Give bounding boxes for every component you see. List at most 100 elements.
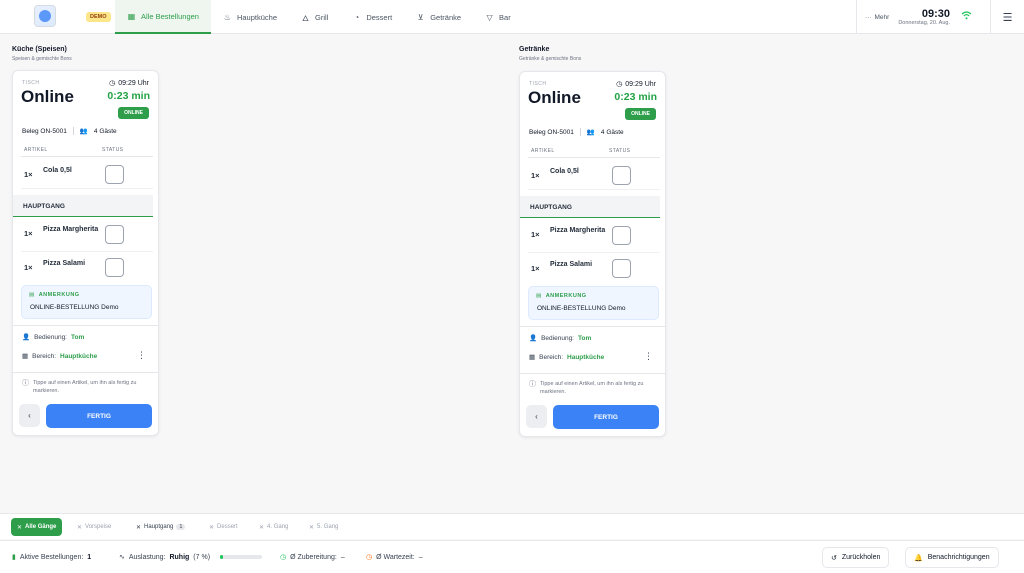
tab-label: Dessert <box>366 12 393 22</box>
item-status-checkbox[interactable] <box>612 166 631 185</box>
course-filter-vorspeise[interactable]: ✕ Vorspeise <box>71 518 117 536</box>
avg-wait-time: ◷ Ø Wartezeit: – <box>366 553 423 562</box>
hint-text: ⓘ Tippe auf einen Artikel, um ihn als fer… <box>520 373 665 399</box>
hint-message: Tippe auf einen Artikel, um ihn als fert… <box>33 380 137 394</box>
tab-getraenke[interactable]: ⊻ Getränke <box>404 0 473 34</box>
order-item[interactable]: 1× Pizza Margherita <box>528 219 660 253</box>
tab-label: Alle Bestellungen <box>141 11 199 21</box>
note-label: ▤ ANMERKUNG <box>536 293 587 299</box>
course-filter-alle[interactable]: ✕ Alle Gänge <box>11 518 63 536</box>
note-label: ▤ ANMERKUNG <box>29 292 80 298</box>
service-info: 👤 Bedienung: Tom <box>529 334 591 343</box>
done-button[interactable]: FERTIG <box>553 405 659 429</box>
elapsed-timer: 0:23 min <box>107 90 150 102</box>
load-percent: (7 %) <box>193 553 211 561</box>
course-label: Vorspeise <box>85 524 112 530</box>
column-subtitle: Getränke & gemischte Bons <box>519 56 582 62</box>
prep-value: – <box>340 553 345 561</box>
load-bar <box>220 555 263 559</box>
course-filter-5-gang[interactable]: ✕ 5. Gang <box>303 518 344 536</box>
load-label: Auslastung: <box>128 553 166 561</box>
guests-icon: 👥 <box>79 128 88 135</box>
item-status-checkbox[interactable] <box>105 225 124 244</box>
tab-alle-bestellungen[interactable]: ▦ Alle Bestellungen <box>115 0 211 34</box>
area-name: Hauptküche <box>567 353 605 361</box>
cutlery-icon: ✕ <box>17 524 23 531</box>
item-qty: 1× <box>531 171 540 180</box>
grid-icon: ▦ <box>22 353 29 360</box>
back-button[interactable]: ‹ <box>526 405 547 428</box>
table-label: TISCH <box>529 81 547 87</box>
order-item[interactable]: 1× Pizza Margherita <box>21 218 153 252</box>
menu-icon: ☰ <box>1002 11 1013 24</box>
logo-mark <box>39 10 51 22</box>
course-label: Alle Gänge <box>25 524 57 530</box>
active-orders: ▮ Aktive Bestellungen: 1 <box>12 553 91 562</box>
course-header: HAUPTGANG <box>13 195 153 217</box>
item-name: Pizza Salami <box>43 260 86 267</box>
service-label: Bedienung: <box>541 334 574 342</box>
user-icon: 👤 <box>22 334 31 341</box>
back-button[interactable]: ‹ <box>19 404 40 427</box>
info-icon: ⓘ <box>22 380 29 387</box>
item-status-checkbox[interactable] <box>105 165 124 184</box>
order-item[interactable]: 1× Cola 0,5l <box>21 159 153 189</box>
order-item[interactable]: 1× Cola 0,5l <box>528 160 660 190</box>
notifications-button[interactable]: 🔔 Benachrichtigungen <box>905 547 999 568</box>
wait-value: – <box>418 553 423 561</box>
col-status: STATUS <box>609 148 631 154</box>
order-item[interactable]: 1× Pizza Salami <box>21 252 153 283</box>
document-icon: ▤ <box>536 293 542 299</box>
note-text: ONLINE-BESTELLUNG Demo <box>537 305 626 312</box>
note-label-text: ANMERKUNG <box>38 292 80 298</box>
app-logo[interactable] <box>34 5 56 27</box>
tab-dessert[interactable]: ◔ Dessert <box>340 0 404 34</box>
order-item[interactable]: 1× Pizza Salami <box>528 253 660 284</box>
course-filter-dessert[interactable]: ✕ Dessert <box>203 518 244 536</box>
course-filter-4-gang[interactable]: ✕ 4. Gang <box>253 518 294 536</box>
service-label: Bedienung: <box>34 333 67 341</box>
service-name: Tom <box>70 333 85 341</box>
bar-chart-icon: ▮ <box>12 554 16 561</box>
cutlery-icon: ✕ <box>77 524 83 531</box>
area-label: Bereich: <box>539 353 564 361</box>
clock-date: Donnerstag, 20. Aug. <box>898 19 950 26</box>
more-options-button[interactable]: ⋮ <box>644 351 653 362</box>
user-icon: 👤 <box>529 335 538 342</box>
item-name: Pizza Margherita <box>43 226 99 233</box>
undo-label: Zurückholen <box>841 554 881 561</box>
item-status-checkbox[interactable] <box>612 226 631 245</box>
cutlery-icon: ✕ <box>259 524 265 531</box>
order-meta: Beleg ON-5001 👥 4 Gäste <box>529 128 624 136</box>
column-header-getraenke: Getränke Getränke & gemischte Bons <box>519 46 581 62</box>
guest-count: 4 Gäste <box>600 128 624 136</box>
cutlery-icon: ✕ <box>309 524 315 531</box>
divider <box>579 128 581 136</box>
document-icon: ▤ <box>29 292 35 298</box>
tab-hauptkueche[interactable]: ♨ Hauptküche <box>211 0 289 34</box>
demo-badge: DEMO <box>86 12 111 22</box>
tab-grill[interactable]: 🜂 Grill <box>289 0 340 34</box>
clock-icon: ◷ <box>109 80 116 87</box>
course-label: Dessert <box>217 524 238 530</box>
item-status-checkbox[interactable] <box>612 259 631 278</box>
item-status-checkbox[interactable] <box>105 258 124 277</box>
done-button[interactable]: FERTIG <box>46 404 152 428</box>
hamburger-menu-button[interactable]: ☰ <box>990 0 1024 34</box>
card-footer-info: 👤 Bedienung: Tom ▦ Bereich: Hauptküche ⋮ <box>520 326 665 372</box>
item-name: Pizza Margherita <box>550 227 606 234</box>
clock-icon: ◷ <box>366 554 373 561</box>
drink-icon: ⊻ <box>417 12 424 22</box>
prep-label: Ø Zubereitung: <box>290 553 337 561</box>
item-name: Cola 0,5l <box>550 168 579 175</box>
info-icon: ⓘ <box>529 381 536 388</box>
undo-button[interactable]: ↺ Zurückholen <box>822 547 890 568</box>
area-label: Bereich: <box>32 352 57 360</box>
more-options-button[interactable]: ⋮ <box>137 350 146 361</box>
course-filter-hauptgang[interactable]: ✕ Hauptgang 1 <box>130 518 191 536</box>
load-indicator: ∿ Auslastung: Ruhig (7 %) <box>119 553 263 561</box>
more-button[interactable]: ··· Mehr 09:30 Donnerstag, 20. Aug. <box>856 0 990 34</box>
guests-icon: 👥 <box>586 129 595 136</box>
tab-label: Getränke <box>430 12 462 22</box>
tab-bar[interactable]: ▽ Bar <box>473 0 523 34</box>
